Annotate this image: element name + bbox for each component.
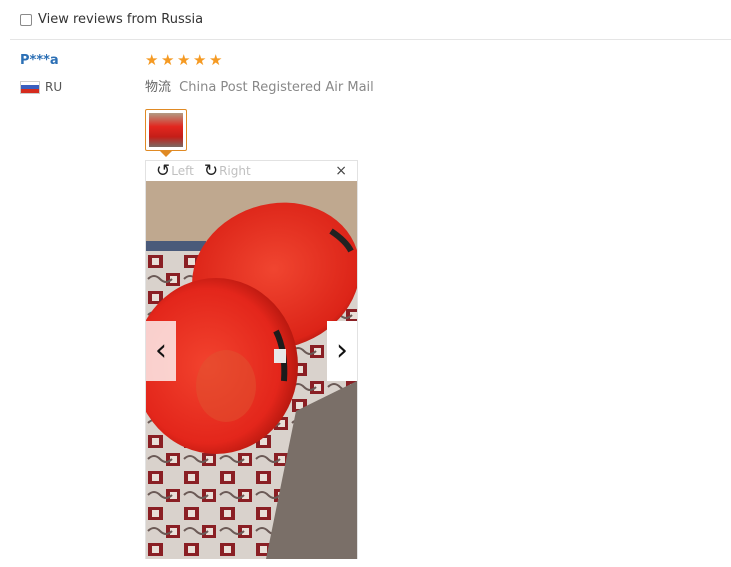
rotate-right-icon: ↻	[203, 160, 219, 181]
russia-filter-label[interactable]: View reviews from Russia	[38, 12, 203, 27]
russia-flag-icon	[20, 80, 40, 94]
review-photo	[146, 181, 357, 559]
view-reviews-filter[interactable]: View reviews from Russia	[20, 12, 203, 27]
next-photo-button[interactable]: ›	[327, 321, 357, 381]
rotate-left-label: Left	[171, 164, 194, 178]
star-icon: ★	[161, 51, 175, 69]
rotate-right-button[interactable]: ↻ Right	[203, 160, 251, 181]
shipping-info: 物流 China Post Registered Air Mail	[145, 76, 374, 95]
review-photo-thumbnail[interactable]	[145, 109, 187, 151]
close-icon[interactable]: ×	[335, 164, 347, 178]
russia-filter-checkbox[interactable]	[20, 13, 32, 26]
rotate-left-button[interactable]: ↺ Left	[156, 160, 194, 181]
shipping-method: China Post Registered Air Mail	[179, 80, 374, 95]
country-code: RU	[45, 80, 63, 94]
rotate-right-label: Right	[219, 164, 251, 178]
viewer-toolbar: ↺ Left ↻ Right	[146, 161, 357, 181]
star-icon: ★	[209, 51, 223, 69]
reviewer-country: RU	[20, 80, 62, 94]
chevron-left-icon: ‹	[155, 333, 167, 368]
photo-viewer: ↺ Left ↻ Right × ‹ ›	[145, 160, 358, 559]
star-rating: ★ ★ ★ ★ ★	[145, 53, 224, 68]
star-icon: ★	[177, 51, 191, 69]
review-photo-image	[146, 181, 357, 559]
chevron-right-icon: ›	[336, 333, 348, 368]
rotate-left-icon: ↺	[156, 160, 171, 181]
thumbnail-image	[149, 113, 183, 147]
star-icon: ★	[145, 51, 159, 69]
star-icon: ★	[193, 51, 207, 69]
reviewer-name[interactable]: P***a	[20, 53, 59, 68]
previous-photo-button[interactable]: ‹	[146, 321, 176, 381]
shipping-label: 物流	[145, 80, 172, 95]
divider	[10, 39, 731, 40]
thumbnail-pointer	[160, 151, 172, 157]
